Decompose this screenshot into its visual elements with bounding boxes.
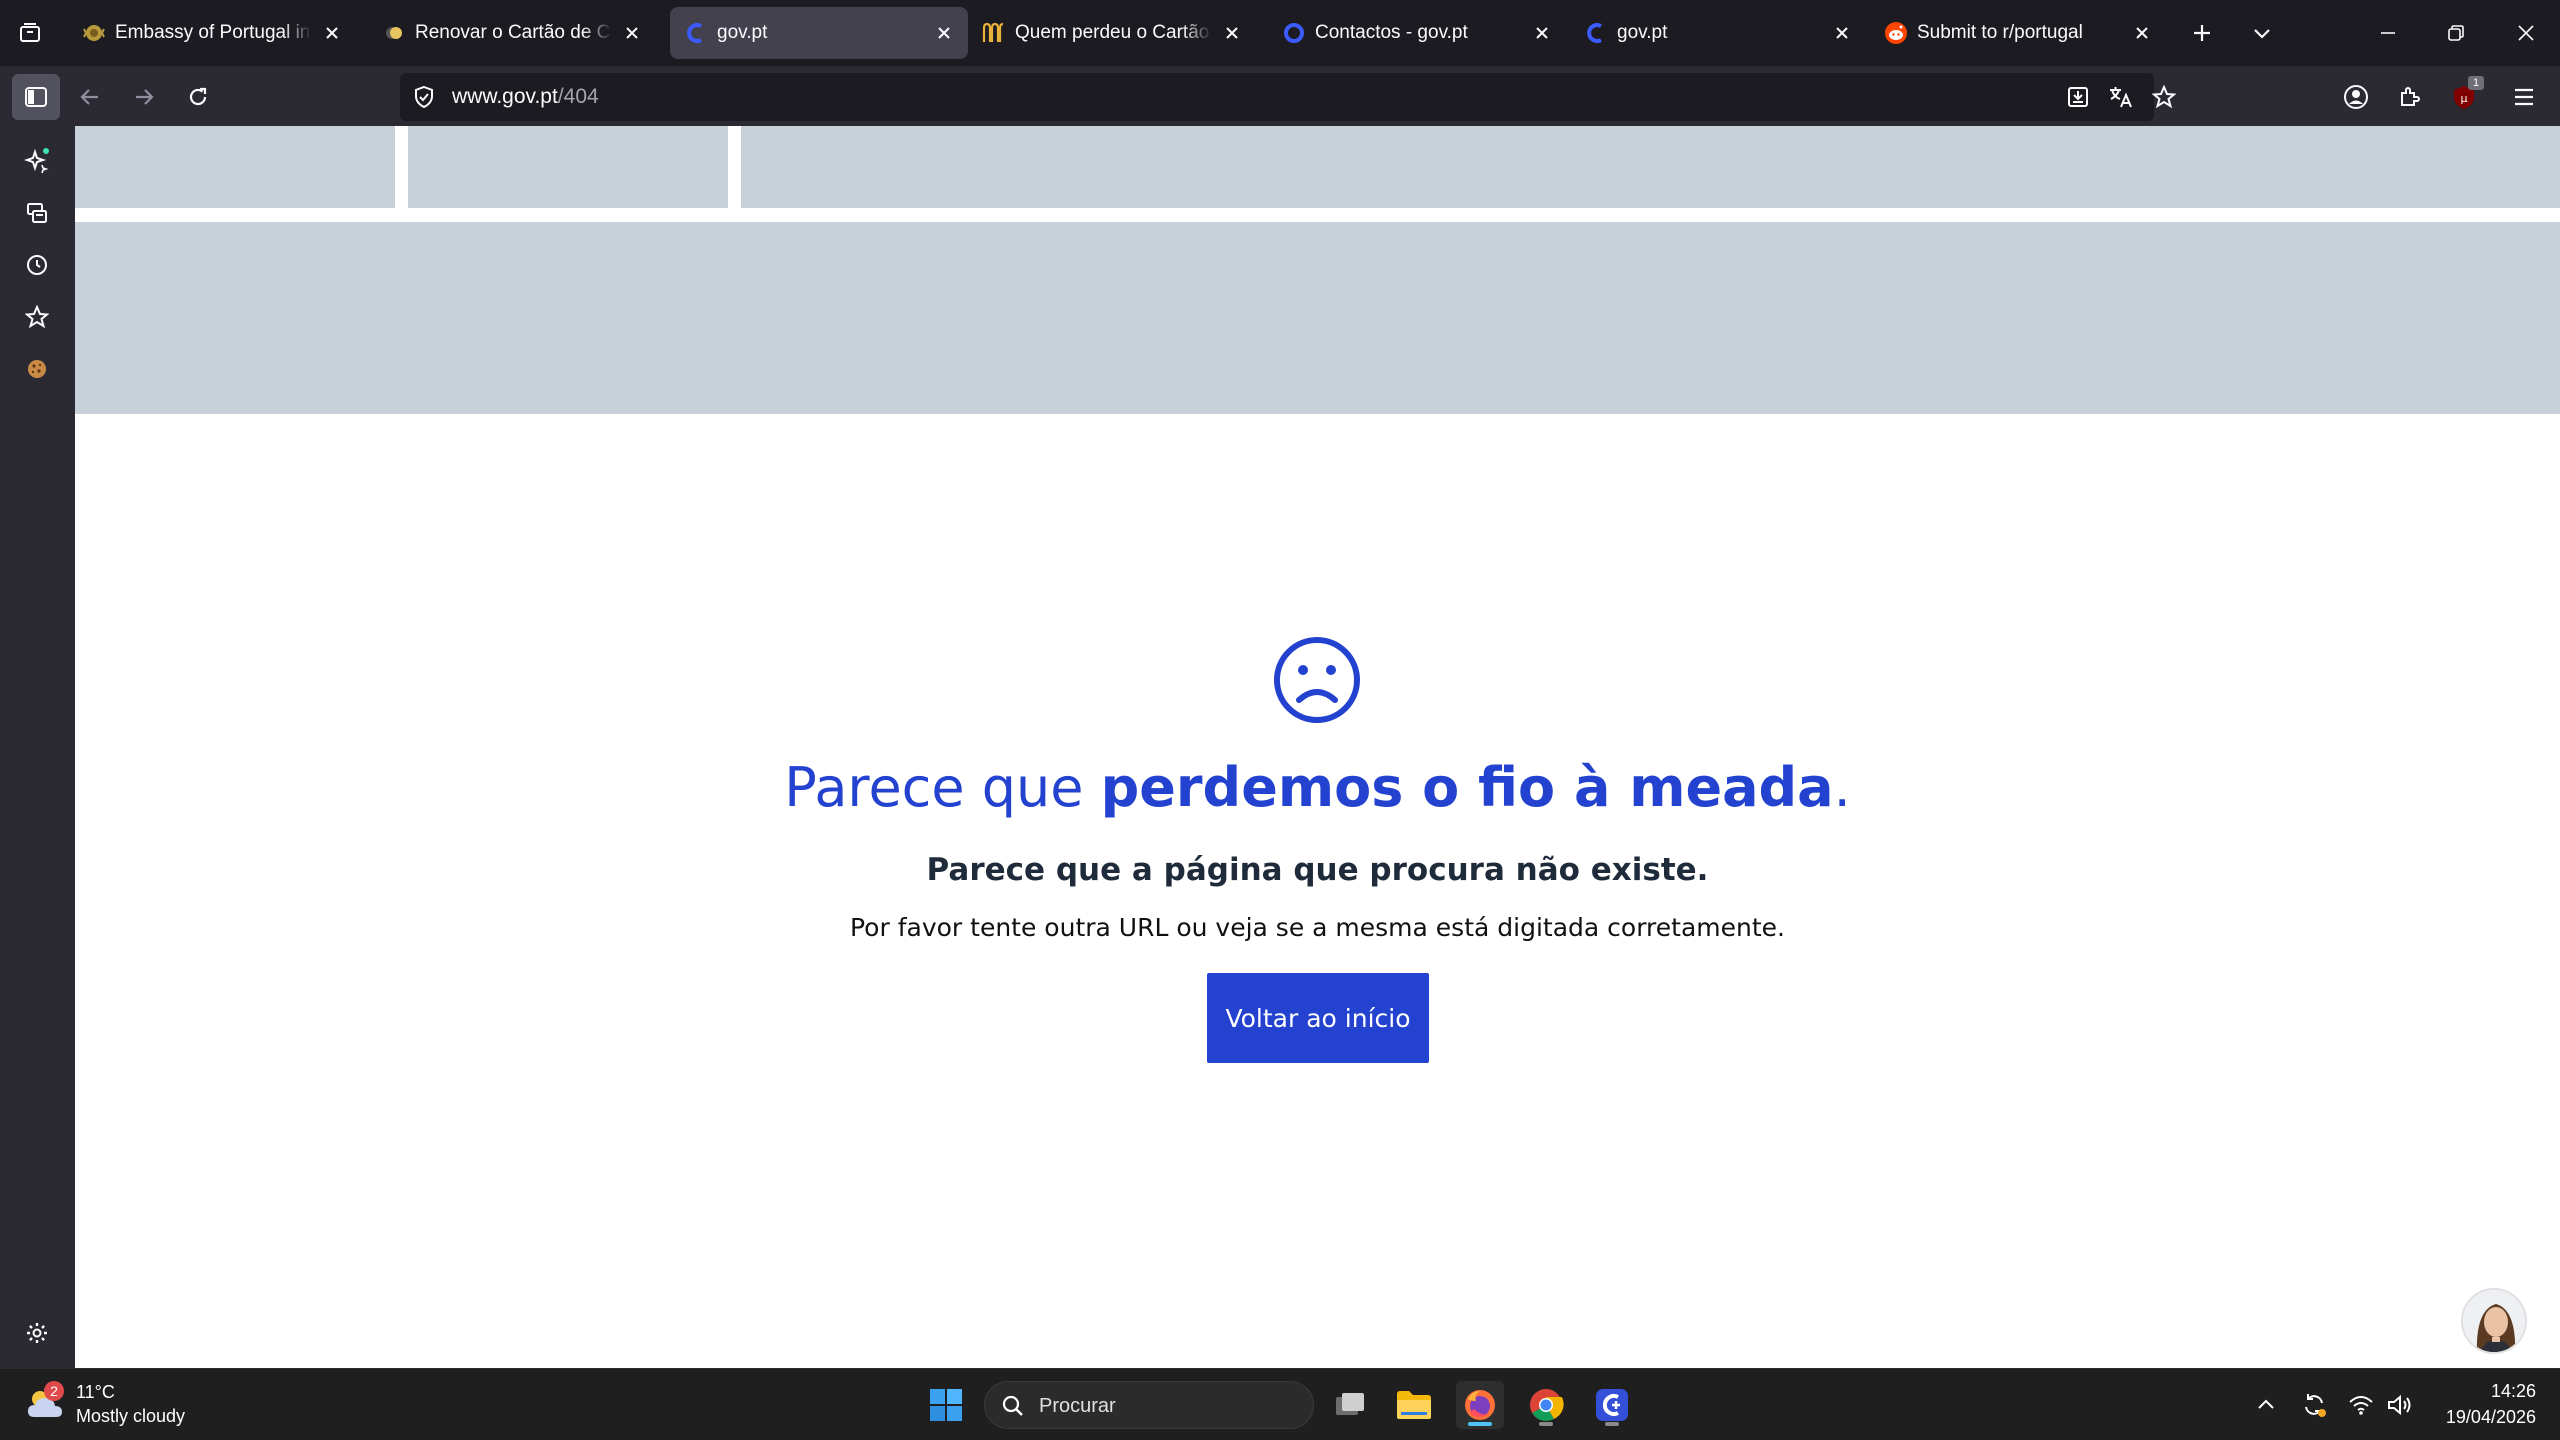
url-bar[interactable]: www.gov.pt/404 — [400, 73, 2176, 121]
close-tab-icon[interactable] — [932, 21, 956, 45]
page-title: Parece que perdemos o fio à meada. — [784, 756, 1851, 819]
cookie-icon[interactable] — [14, 346, 60, 392]
running-indicator — [1605, 1422, 1619, 1426]
clock-time[interactable]: 14:26 — [2440, 1381, 2536, 1402]
translate-icon[interactable] — [2108, 85, 2134, 109]
app-menu-icon[interactable] — [2500, 74, 2548, 120]
firefox-icon[interactable] — [1456, 1381, 1504, 1429]
ring-icon — [1282, 21, 1306, 45]
bookmarks-icon[interactable] — [14, 294, 60, 340]
tab-contactos[interactable]: Contactos - gov.pt — [1268, 7, 1566, 59]
new-tab-icon[interactable] — [2180, 11, 2224, 55]
windows-taskbar: 2 11°C Mostly cloudy Procurar 14:26 19/0… — [0, 1368, 2560, 1440]
error-description: Por favor tente outra URL ou veja se a m… — [850, 913, 1785, 942]
back-arrow-icon[interactable] — [66, 74, 114, 120]
tab-title: Quem perdeu o Cartão de Cidadão — [1015, 22, 1212, 43]
skeleton-block — [741, 126, 2560, 208]
virtual-assistant-avatar[interactable] — [2461, 1288, 2527, 1354]
tab-govpt[interactable]: gov.pt — [1570, 7, 1866, 59]
list-all-tabs-icon[interactable] — [2240, 11, 2284, 55]
history-icon[interactable] — [14, 242, 60, 288]
temperature: 11°C — [76, 1382, 115, 1402]
close-tab-icon[interactable] — [1830, 21, 1854, 45]
sync-icon[interactable] — [2300, 1391, 2328, 1419]
weather-description: Mostly cloudy — [76, 1406, 186, 1426]
tab-quem-perdeu[interactable]: Quem perdeu o Cartão de Cidadão — [968, 7, 1256, 59]
skeleton-banner — [75, 222, 2560, 414]
coin-icon — [382, 21, 406, 45]
wifi-icon[interactable] — [2348, 1393, 2374, 1417]
back-home-button[interactable]: Voltar ao início — [1207, 973, 1429, 1063]
start-windows-icon[interactable] — [922, 1381, 970, 1429]
close-window-icon[interactable] — [2496, 0, 2556, 66]
reload-icon[interactable] — [174, 74, 222, 120]
tab-title: Embassy of Portugal in Ireland — [115, 22, 312, 43]
weather-badge: 2 — [44, 1381, 64, 1401]
skeleton-block — [75, 126, 395, 208]
tab-title: Contactos - gov.pt — [1315, 22, 1468, 43]
reclamacoes-icon — [982, 21, 1006, 45]
minimize-icon[interactable] — [2358, 0, 2418, 66]
ai-chatbot-icon[interactable] — [14, 138, 60, 184]
browser-sidebar — [0, 126, 75, 1368]
page-viewport: Parece que perdemos o fio à meada. Parec… — [75, 126, 2560, 1368]
tab-renovar[interactable]: Renovar o Cartão de Cidadão — [368, 7, 656, 59]
ublock-badge: 1 — [2468, 76, 2484, 90]
tab-embassy[interactable]: Embassy of Portugal in Ireland — [68, 7, 356, 59]
synced-tabs-icon[interactable] — [14, 190, 60, 236]
svg-text:μ: μ — [2461, 92, 2468, 105]
bookmark-star-icon[interactable] — [2152, 85, 2176, 109]
settings-gear-icon[interactable] — [14, 1310, 60, 1356]
tab-overview-icon[interactable] — [8, 11, 52, 55]
taskbar-search-box[interactable]: Procurar — [984, 1381, 1314, 1429]
running-indicator — [1468, 1422, 1492, 1426]
skeleton-block — [408, 126, 728, 208]
tab-govpt-active[interactable]: gov.pt — [670, 7, 968, 59]
tab-strip: Embassy of Portugal in Ireland Renovar o… — [0, 0, 2560, 66]
task-view-icon[interactable] — [1326, 1381, 1374, 1429]
tab-reddit[interactable]: Submit to r/portugal — [1870, 7, 2166, 59]
govpt-logo-icon — [1584, 21, 1608, 45]
clock-date[interactable]: 19/04/2026 — [2426, 1407, 2536, 1428]
govpt-logo-icon — [684, 21, 708, 45]
tab-title: gov.pt — [1617, 22, 1668, 43]
shield-icon[interactable] — [412, 85, 436, 109]
close-tab-icon[interactable] — [2130, 21, 2154, 45]
search-placeholder: Procurar — [1039, 1395, 1116, 1417]
volume-icon[interactable] — [2386, 1393, 2414, 1417]
ublock-icon[interactable]: μ 1 — [2440, 74, 2488, 120]
tab-title: Renovar o Cartão de Cidadão — [415, 22, 612, 43]
file-explorer-icon[interactable] — [1390, 1381, 1438, 1429]
chrome-icon[interactable] — [1522, 1381, 1570, 1429]
show-hidden-icons-chevron-icon[interactable] — [2254, 1393, 2278, 1417]
close-tab-icon[interactable] — [1530, 21, 1554, 45]
forward-arrow-icon[interactable] — [120, 74, 168, 120]
sad-face-icon — [1271, 634, 1363, 726]
search-icon — [1001, 1394, 1025, 1418]
error-subtitle: Parece que a página que procura não exis… — [926, 852, 1709, 888]
embassy-crest-icon — [82, 21, 106, 45]
weather-widget[interactable]: 2 — [24, 1381, 68, 1423]
restore-icon[interactable] — [2426, 0, 2486, 66]
tab-title: gov.pt — [717, 22, 768, 43]
extensions-icon[interactable] — [2386, 74, 2434, 120]
navigation-toolbar: www.gov.pt/404 μ 1 — [0, 66, 2560, 126]
close-tab-icon[interactable] — [620, 21, 644, 45]
govpt-app-icon[interactable] — [1588, 1381, 1636, 1429]
url-text: www.gov.pt/404 — [452, 85, 599, 108]
tab-title: Submit to r/portugal — [1917, 22, 2083, 43]
sidebar-toggle-icon[interactable] — [12, 74, 60, 120]
close-tab-icon[interactable] — [1220, 21, 1244, 45]
account-icon[interactable] — [2332, 74, 2380, 120]
running-indicator — [1539, 1422, 1553, 1426]
reddit-icon — [1884, 21, 1908, 45]
save-page-icon[interactable] — [2066, 85, 2090, 109]
close-tab-icon[interactable] — [320, 21, 344, 45]
